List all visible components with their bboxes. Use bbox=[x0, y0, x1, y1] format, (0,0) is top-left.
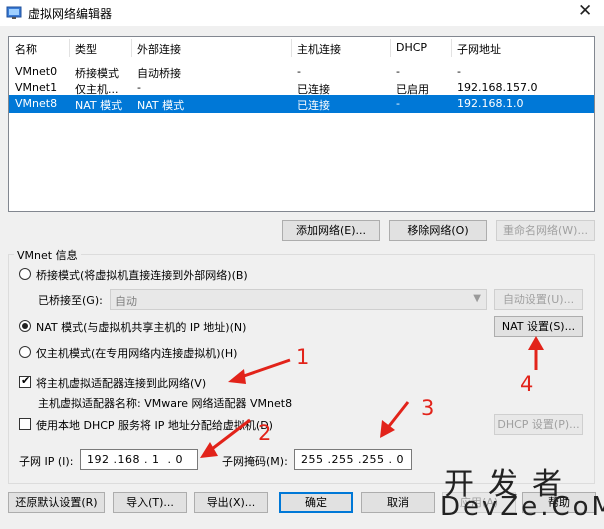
annotation-arrowhead-4 bbox=[528, 336, 544, 350]
watermark-en: DevZe.CoM bbox=[440, 492, 604, 522]
annotation-number-1: 1 bbox=[296, 345, 310, 369]
annotation-arrow-2 bbox=[207, 418, 251, 454]
annotation-arrows bbox=[200, 336, 544, 458]
annotation-number-2: 2 bbox=[258, 421, 272, 445]
annotation-number-4: 4 bbox=[520, 372, 534, 396]
annotation-arrow-1 bbox=[237, 358, 291, 380]
watermark: 开发者 DevZe.CoM bbox=[440, 459, 604, 529]
annotation-number-3: 3 bbox=[421, 396, 435, 420]
annotation-arrowhead-1 bbox=[228, 369, 246, 384]
annotation-arrowhead-2 bbox=[200, 442, 218, 458]
